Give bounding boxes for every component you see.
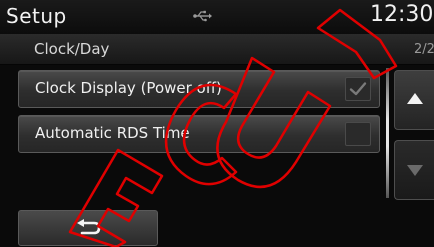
option-checkbox[interactable] — [345, 77, 371, 101]
option-label: Clock Display (Power off) — [35, 79, 222, 97]
arrow-down-icon — [407, 165, 423, 176]
back-button[interactable] — [18, 210, 158, 246]
scroll-up-button[interactable] — [394, 70, 434, 130]
checkmark-icon — [349, 82, 367, 96]
option-label: Automatic RDS Time — [35, 124, 190, 142]
usb-icon — [193, 10, 212, 22]
option-clock-display-power-off[interactable]: Clock Display (Power off) — [18, 70, 380, 108]
option-automatic-rds-time[interactable]: Automatic RDS Time — [18, 115, 380, 153]
page-indicator: 2/2 — [414, 42, 434, 57]
back-arrow-icon — [77, 219, 101, 235]
page-title: Setup — [6, 4, 67, 28]
section-title: Clock/Day — [34, 40, 110, 58]
clock-time: 12:30 — [370, 2, 434, 27]
option-checkbox[interactable] — [345, 122, 371, 146]
scrollbar[interactable] — [386, 68, 389, 198]
arrow-up-icon — [407, 93, 423, 104]
scroll-down-button[interactable] — [394, 140, 434, 200]
